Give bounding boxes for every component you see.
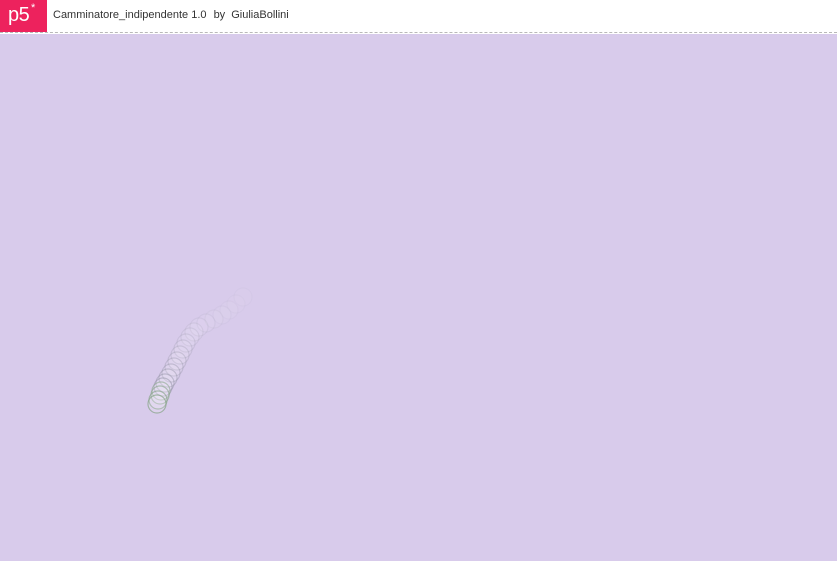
author-link[interactable]: GiuliaBollini [231, 9, 288, 21]
by-label: by [213, 9, 226, 21]
sketch-canvas[interactable] [0, 34, 837, 561]
sketch-title-row: Camminatore_indipendente 1.0 by GiuliaBo… [53, 9, 289, 22]
canvas-background [0, 34, 837, 561]
logo-text: p5 [8, 4, 30, 26]
sketch-svg [0, 34, 837, 561]
walker-circle [147, 394, 167, 414]
sketch-title[interactable]: Camminatore_indipendente 1.0 [53, 9, 207, 21]
logo-star: * [31, 2, 36, 14]
editor-header: p5 * Camminatore_indipendente 1.0 by Giu… [0, 0, 837, 33]
p5-logo-icon[interactable]: p5 * [0, 0, 47, 32]
